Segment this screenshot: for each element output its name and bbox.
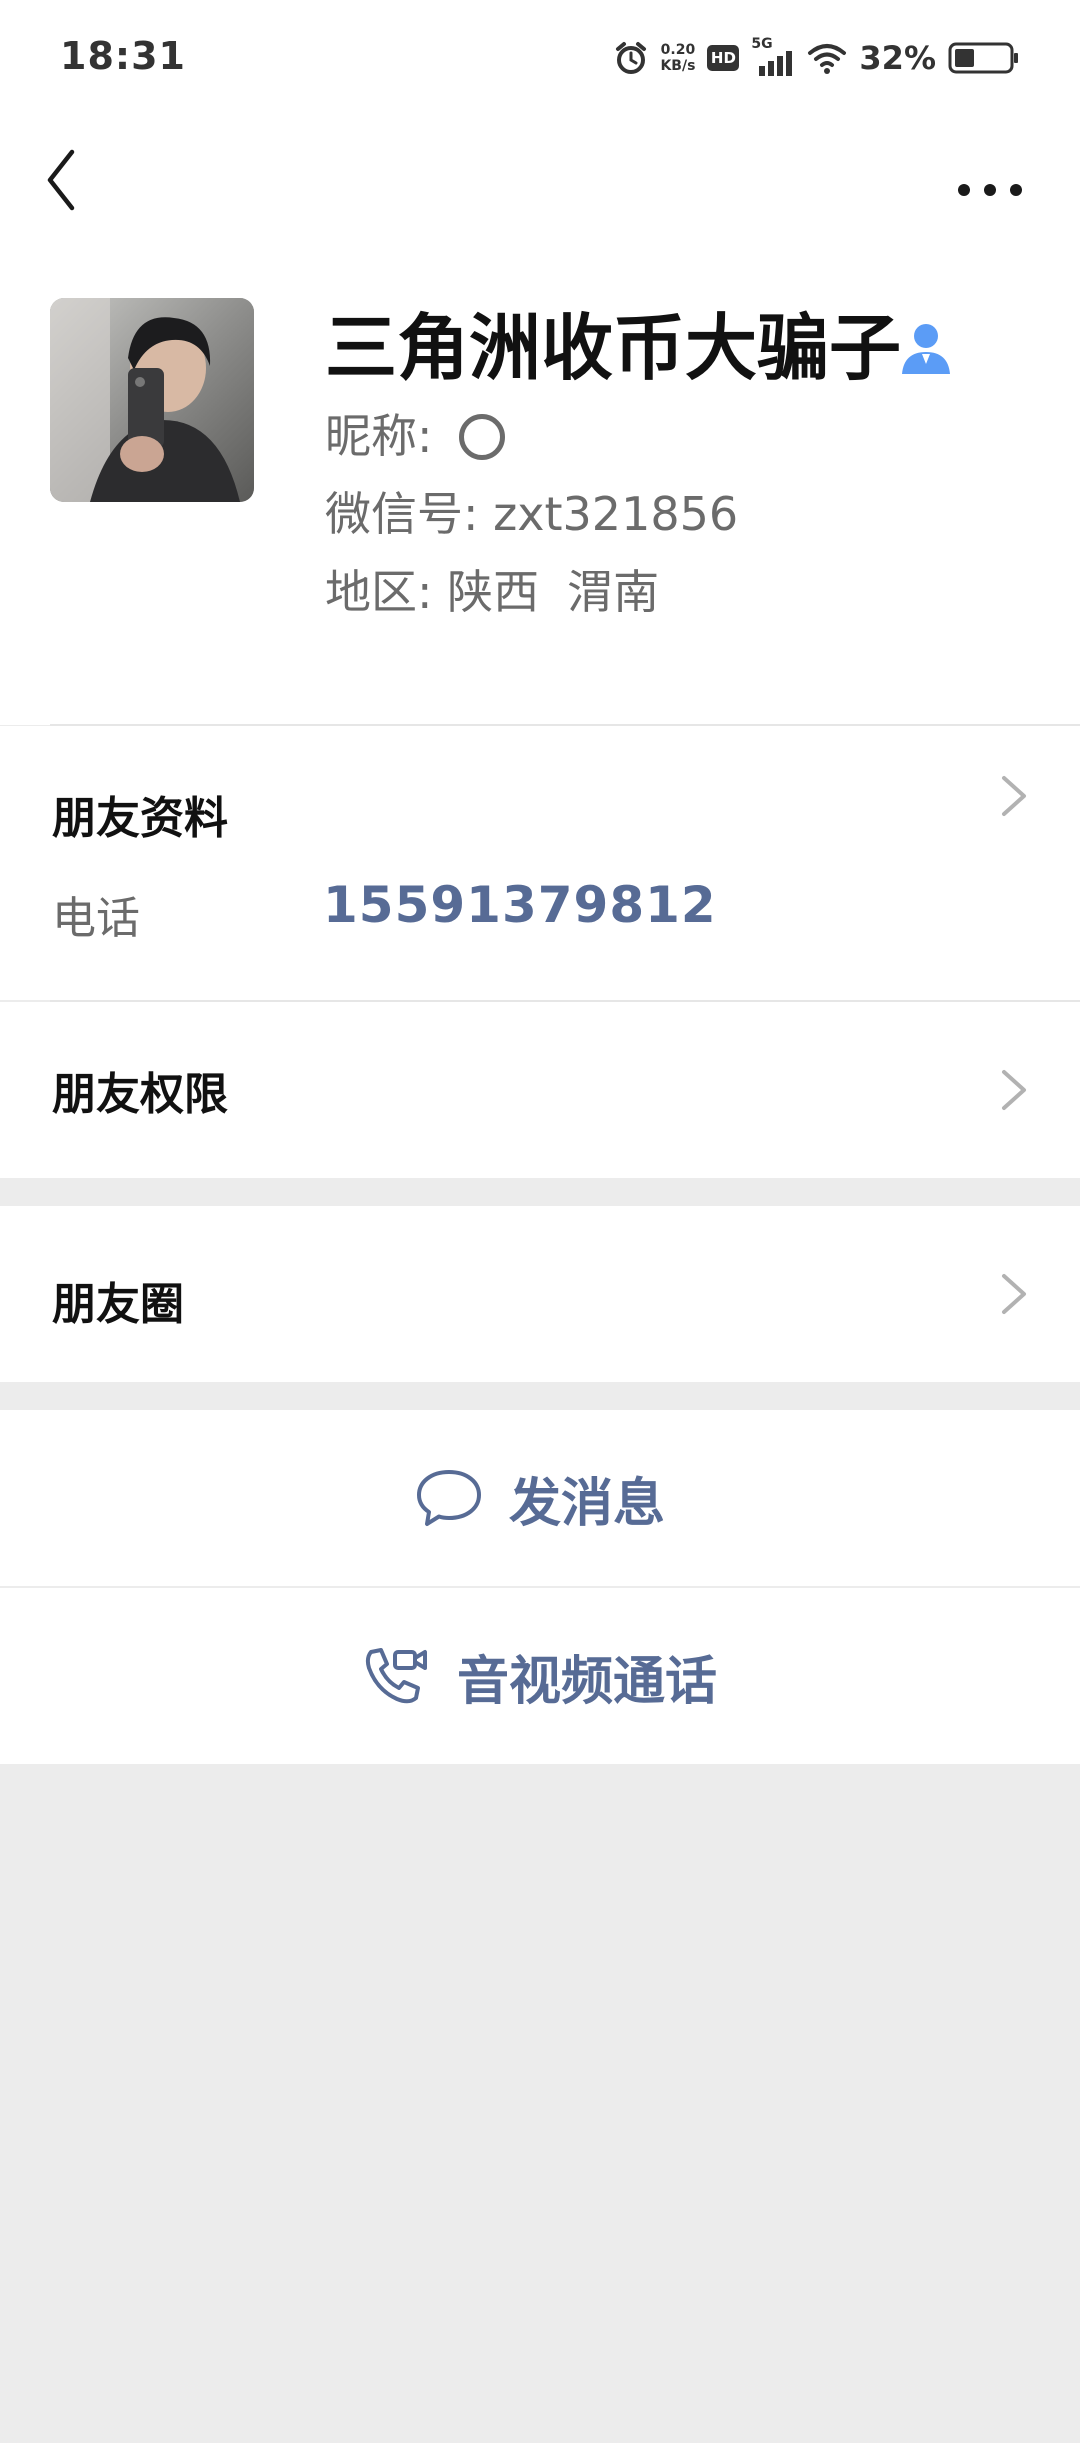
wifi-icon (808, 44, 847, 74)
net-speed: 0.20 KB/s (660, 42, 695, 74)
av-call-label: 音视频通话 (456, 1651, 717, 1712)
nav-bar (0, 120, 1080, 240)
battery-percent: 32% (859, 39, 936, 77)
moments-row[interactable]: 朋友圈 (0, 1206, 1080, 1382)
status-time: 18:31 (60, 34, 186, 78)
video-call-icon (365, 1648, 427, 1704)
av-call-button[interactable]: 音视频通话 (0, 1588, 1080, 1764)
back-button[interactable] (36, 140, 116, 220)
chevron-right-icon (1002, 1070, 1026, 1110)
profile-card: 三角洲收币大骗子 昵称: 微信号: zxt321856 地区: 陕西 渭南 (0, 240, 1080, 725)
region-line: 地区: 陕西 渭南 (325, 562, 659, 622)
send-message-label: 发消息 (508, 1473, 665, 1534)
nickname-circle-icon (458, 414, 505, 460)
signal-icon (759, 51, 793, 76)
more-button[interactable] (940, 140, 1040, 220)
wechat-id-value[interactable]: zxt321856 (493, 487, 738, 541)
more-dots-icon (958, 184, 1022, 196)
net-speed-unit: KB/s (660, 58, 696, 74)
avatar[interactable] (50, 298, 254, 502)
nickname-label: 昵称: (325, 409, 433, 463)
avatar-photo (50, 298, 254, 502)
chevron-right-icon (1002, 776, 1026, 816)
net-speed-value: 0.20 (660, 42, 696, 58)
phone-number[interactable]: 15591379812 (323, 876, 717, 934)
friend-info-row[interactable]: 朋友资料 电话 15591379812 (0, 726, 1080, 1000)
region-province: 陕西 (447, 565, 540, 619)
phone-label: 电话 (52, 893, 140, 944)
nickname-line: 昵称: (325, 406, 505, 466)
alarm-icon (616, 42, 647, 74)
status-icons: 0.20 KB/s HD 5G 32% (602, 36, 1020, 80)
back-arrow-icon (47, 149, 75, 211)
display-name: 三角洲收币大骗子 (325, 306, 902, 390)
contact-person-icon (902, 324, 950, 374)
wechat-id-label: 微信号: (325, 487, 479, 541)
moments-title: 朋友圈 (52, 1279, 184, 1330)
hd-badge: HD (707, 45, 740, 71)
signal-group: 5G (751, 36, 795, 78)
wechat-id-line: 微信号: zxt321856 (325, 484, 738, 544)
friend-permissions-row[interactable]: 朋友权限 (0, 1002, 1080, 1178)
chevron-right-icon (1002, 1274, 1026, 1314)
contact-profile-screen: 18:31 0.20 KB/s HD 5G 32% 三角洲收币大骗子 昵称: 微… (0, 0, 1080, 2443)
chat-bubble-icon (416, 1470, 481, 1526)
send-message-button[interactable]: 发消息 (0, 1410, 1080, 1586)
friend-info-title: 朋友资料 (52, 793, 228, 844)
status-bar: 18:31 0.20 KB/s HD 5G 32% (0, 0, 1080, 120)
battery-icon (948, 42, 1018, 74)
region-city: 渭南 (567, 565, 660, 619)
region-label: 地区: (325, 565, 433, 619)
friend-permissions-title: 朋友权限 (52, 1069, 228, 1120)
